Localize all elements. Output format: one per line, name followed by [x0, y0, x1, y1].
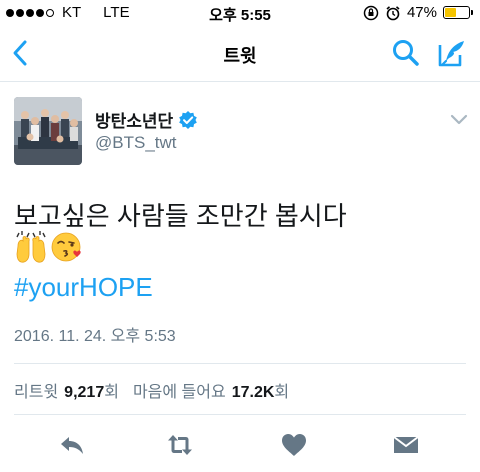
tweet-text: 보고싶은 사람들 조만간 봅시다: [14, 201, 347, 231]
like-unit: 회: [274, 384, 290, 401]
battery-icon: [443, 6, 473, 19]
retweet-icon[interactable]: [166, 432, 194, 458]
divider: [14, 414, 466, 415]
raising-hands-emoji-icon: [16, 231, 46, 263]
reply-icon[interactable]: [58, 432, 86, 458]
retweet-unit: 회: [104, 384, 119, 401]
retweet-label: 리트윗: [14, 384, 59, 401]
user-name[interactable]: 방탄소년단: [95, 107, 173, 132]
user-name-row[interactable]: 방탄소년단: [95, 107, 198, 132]
nav-bar: 트윗: [0, 28, 480, 82]
avatar[interactable]: [14, 97, 82, 165]
status-right: 47%: [363, 4, 473, 21]
compose-icon[interactable]: [436, 37, 468, 69]
retweet-count[interactable]: 9,217: [64, 384, 104, 402]
battery-level: [445, 8, 456, 17]
hashtag-link[interactable]: #yourHOPE: [14, 272, 153, 303]
tweet-stats: 리트윗 9,217 회 마음에 들어요 17.2K 회: [14, 378, 289, 402]
emoji-row: [14, 230, 84, 264]
chevron-down-icon[interactable]: [449, 112, 469, 126]
verified-badge-icon: [179, 110, 198, 129]
like-heart-icon[interactable]: [280, 432, 308, 458]
alarm-clock-icon: [386, 5, 400, 20]
rotation-lock-icon: [363, 5, 379, 20]
face-blowing-kiss-emoji-icon: [51, 232, 81, 262]
divider: [14, 363, 466, 364]
user-handle[interactable]: @BTS_twt: [95, 133, 177, 153]
search-icon[interactable]: [390, 37, 422, 69]
tweet-timestamp: 2016. 11. 24. 오후 5:53: [14, 328, 176, 345]
direct-message-icon[interactable]: [392, 432, 420, 458]
like-label: 마음에 들어요: [132, 384, 226, 401]
like-count[interactable]: 17.2K: [232, 384, 275, 402]
battery-percent: 47%: [406, 4, 437, 21]
tweet-actions: [0, 430, 480, 462]
status-bar: KT LTE 오후 5:55 47%: [0, 0, 480, 28]
